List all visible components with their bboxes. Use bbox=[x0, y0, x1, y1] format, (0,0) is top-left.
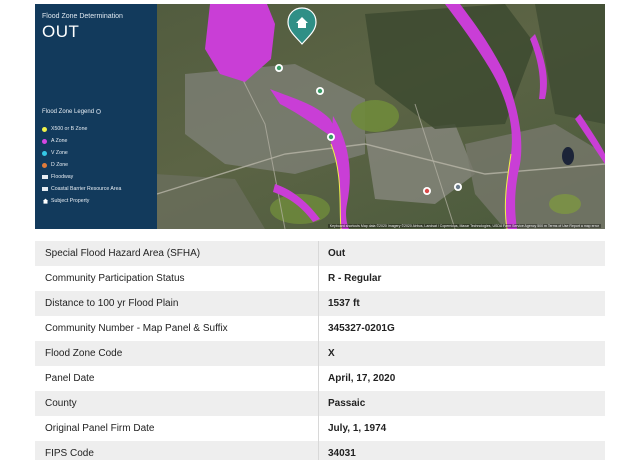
info-icon[interactable] bbox=[96, 109, 102, 114]
row-label: Panel Date bbox=[35, 366, 319, 391]
row-value: 34031 bbox=[328, 448, 356, 459]
legend-label: V Zone bbox=[51, 150, 68, 156]
row-label: Special Flood Hazard Area (SFHA) bbox=[35, 241, 319, 266]
coastal-barrier-icon bbox=[42, 187, 48, 191]
table-row: Original Panel Firm Date July, 1, 1974 bbox=[35, 416, 605, 441]
legend-title: Flood Zone Legend bbox=[42, 109, 102, 116]
row-label: FIPS Code bbox=[35, 441, 319, 460]
floodway-icon bbox=[42, 175, 48, 179]
row-value: R - Regular bbox=[328, 273, 382, 284]
legend-label: Subject Property bbox=[51, 198, 90, 204]
row-label: Original Panel Firm Date bbox=[35, 416, 319, 441]
legend-label: Floodway bbox=[51, 174, 74, 180]
flood-report-page: Keyboard shortcuts Map data ©2020 Imager… bbox=[0, 0, 640, 460]
legend-item-d-zone: D Zone bbox=[42, 159, 121, 171]
table-row: County Passaic bbox=[35, 391, 605, 416]
row-label: Community Number - Map Panel & Suffix bbox=[35, 316, 319, 341]
legend-item-x500: X500 or B Zone bbox=[42, 123, 121, 135]
flood-zone-result: OUT bbox=[42, 22, 80, 41]
table-row: Community Participation Status R - Regul… bbox=[35, 266, 605, 291]
row-label: Distance to 100 yr Flood Plain bbox=[35, 291, 319, 316]
row-value: April, 17, 2020 bbox=[328, 373, 396, 384]
row-value: July, 1, 1974 bbox=[328, 423, 387, 434]
orange-dot-icon bbox=[42, 162, 47, 168]
map-attribution[interactable]: Keyboard shortcuts Map data ©2020 Imager… bbox=[327, 224, 601, 228]
row-value: 1537 ft bbox=[328, 298, 360, 309]
panel-heading: Flood Zone Determination bbox=[42, 13, 123, 20]
legend-label: Coastal Barrier Resource Area bbox=[51, 186, 122, 192]
legend-label: X500 or B Zone bbox=[51, 126, 88, 132]
legend-label: A Zone bbox=[51, 138, 68, 144]
cyan-dot-icon bbox=[42, 150, 47, 156]
row-value: X bbox=[328, 348, 335, 359]
flood-zone-panel: Flood Zone Determination OUT Flood Zone … bbox=[35, 4, 157, 229]
table-row: FIPS Code 34031 bbox=[35, 441, 605, 460]
legend-label: D Zone bbox=[51, 162, 69, 168]
row-label: Community Participation Status bbox=[35, 266, 319, 291]
table-row: Special Flood Hazard Area (SFHA) Out bbox=[35, 241, 605, 266]
legend-title-text: Flood Zone Legend bbox=[42, 109, 95, 116]
table-row: Distance to 100 yr Flood Plain 1537 ft bbox=[35, 291, 605, 316]
yellow-dot-icon bbox=[42, 126, 47, 132]
legend-item-floodway: Floodway bbox=[42, 171, 121, 183]
row-label: Flood Zone Code bbox=[35, 341, 319, 366]
legend-item-coastal-barrier: Coastal Barrier Resource Area bbox=[42, 183, 121, 195]
table-row: Community Number - Map Panel & Suffix 34… bbox=[35, 316, 605, 341]
magenta-dot-icon bbox=[42, 138, 47, 144]
row-label: County bbox=[35, 391, 319, 416]
table-row: Panel Date April, 17, 2020 bbox=[35, 366, 605, 391]
flood-details-table: Special Flood Hazard Area (SFHA) Out Com… bbox=[35, 241, 605, 460]
home-icon bbox=[42, 198, 49, 204]
table-row: Flood Zone Code X bbox=[35, 341, 605, 366]
flood-zone-legend: X500 or B Zone A Zone V Zone D Zone Floo… bbox=[42, 123, 121, 207]
row-value: 345327-0201G bbox=[328, 323, 395, 334]
row-value: Out bbox=[328, 248, 346, 259]
legend-item-a-zone: A Zone bbox=[42, 135, 121, 147]
legend-item-subject-property: Subject Property bbox=[42, 195, 121, 207]
row-value: Passaic bbox=[328, 398, 366, 409]
legend-item-v-zone: V Zone bbox=[42, 147, 121, 159]
